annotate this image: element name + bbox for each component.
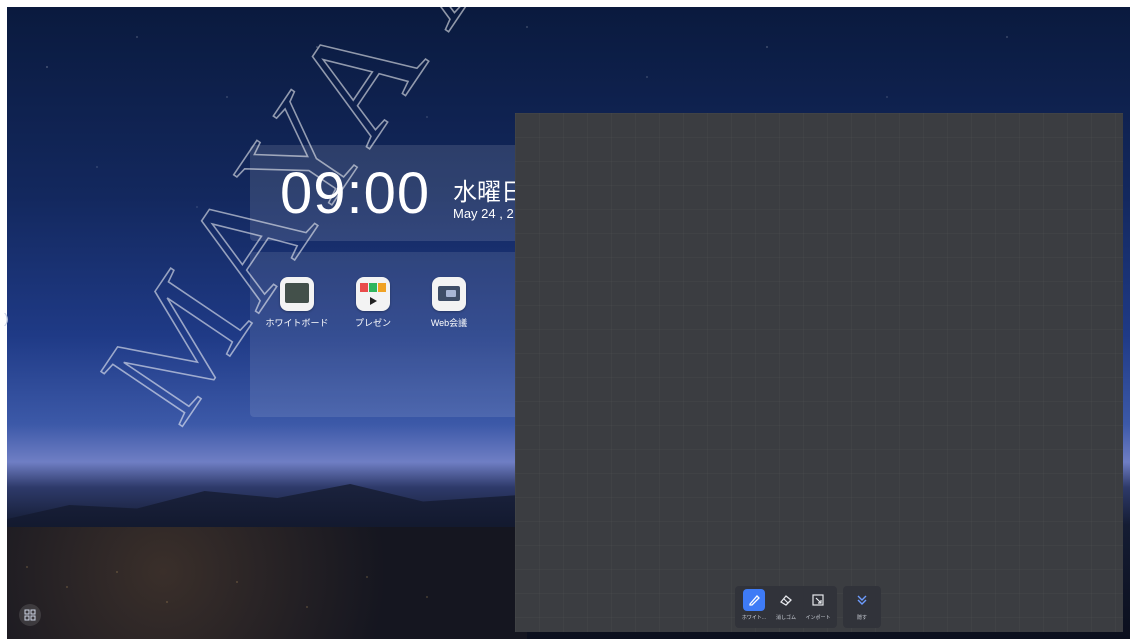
app-label: プレゼン — [354, 318, 391, 328]
collapse-group: 隠す — [843, 586, 881, 628]
app-web-meeting[interactable]: Web会議 — [412, 277, 486, 330]
presentation-icon — [356, 277, 390, 311]
tool-label: 隠す — [856, 615, 867, 621]
clock-date: May 24 , 2 — [453, 206, 514, 221]
collapse-toolbar-button[interactable]: 隠す — [847, 589, 877, 625]
import-button[interactable]: インポート — [803, 589, 833, 625]
clock-time: 09:00 — [280, 161, 431, 226]
tool-group: ホワイト... 消しゴム インポート — [735, 586, 837, 628]
tool-label: ホワイト... — [741, 615, 767, 621]
video-conference-icon — [432, 277, 466, 311]
app-drawer-button[interactable] — [19, 604, 41, 626]
whiteboard-toolbar: ホワイト... 消しゴム インポート 隠す — [735, 586, 881, 628]
left-edge-handle-icon[interactable]: ) — [4, 310, 9, 326]
eraser-button[interactable]: 消しゴム — [771, 589, 801, 625]
whiteboard-icon — [280, 277, 314, 311]
app-label: ホワイトボード — [265, 318, 329, 328]
app-whiteboard[interactable]: ホワイトボード — [260, 277, 334, 330]
city-lights — [7, 547, 527, 639]
whiteboard-canvas[interactable] — [515, 113, 1123, 632]
eraser-icon — [775, 589, 797, 611]
chevron-double-down-icon — [851, 589, 873, 611]
import-icon — [807, 589, 829, 611]
pen-icon — [743, 589, 765, 611]
app-presentation[interactable]: プレゼン — [336, 277, 410, 330]
grid-icon — [24, 609, 36, 621]
app-label: Web会議 — [430, 318, 468, 328]
tool-label: インポート — [805, 615, 831, 621]
whiteboard-pen-button[interactable]: ホワイト... — [739, 589, 769, 625]
tool-label: 消しゴム — [775, 615, 796, 621]
